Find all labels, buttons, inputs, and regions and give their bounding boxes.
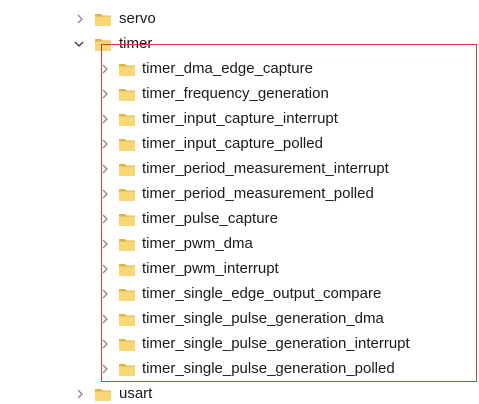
chevron-right-icon[interactable] [99, 188, 111, 200]
tree-child-item[interactable]: timer_input_capture_interrupt [0, 107, 479, 132]
folder-icon [119, 62, 135, 76]
folder-icon [119, 187, 135, 201]
chevron-right-icon[interactable] [99, 63, 111, 75]
folder-icon [95, 12, 111, 26]
tree-item-label: timer_single_pulse_generation_dma [142, 310, 384, 327]
tree-item-label: timer_period_measurement_polled [142, 185, 374, 202]
folder-icon [119, 112, 135, 126]
tree-item-servo[interactable]: servo [0, 7, 479, 32]
tree-child-item[interactable]: timer_pulse_capture [0, 207, 479, 232]
folder-icon [119, 237, 135, 251]
chevron-right-icon[interactable] [74, 13, 86, 25]
tree-item-label: timer_pulse_capture [142, 210, 278, 227]
tree-item-label: servo [119, 10, 156, 27]
tree-item-label: timer_input_capture_interrupt [142, 110, 338, 127]
tree-item-label: timer_pwm_dma [142, 235, 253, 252]
folder-icon [119, 287, 135, 301]
tree-child-item[interactable]: timer_period_measurement_interrupt [0, 157, 479, 182]
tree-child-item[interactable]: timer_single_pulse_generation_polled [0, 357, 479, 382]
tree-item-label: timer_pwm_interrupt [142, 260, 279, 277]
tree-item-label: timer_input_capture_polled [142, 135, 323, 152]
chevron-right-icon[interactable] [99, 213, 111, 225]
chevron-right-icon[interactable] [99, 263, 111, 275]
tree-child-item[interactable]: timer_single_pulse_generation_dma [0, 307, 479, 332]
folder-icon [119, 312, 135, 326]
tree-item-label: usart [119, 385, 153, 402]
tree-item-label: timer_frequency_generation [142, 85, 329, 102]
chevron-right-icon[interactable] [99, 338, 111, 350]
tree-child-item[interactable]: timer_input_capture_polled [0, 132, 479, 157]
folder-icon [95, 387, 111, 401]
folder-icon [119, 87, 135, 101]
tree-child-item[interactable]: timer_dma_edge_capture [0, 57, 479, 82]
tree-item-timer[interactable]: timer [0, 32, 479, 57]
chevron-right-icon[interactable] [99, 288, 111, 300]
chevron-right-icon[interactable] [99, 313, 111, 325]
tree-child-item[interactable]: timer_period_measurement_polled [0, 182, 479, 207]
folder-icon [95, 37, 111, 51]
tree-child-item[interactable]: timer_frequency_generation [0, 82, 479, 107]
chevron-right-icon[interactable] [99, 88, 111, 100]
chevron-right-icon[interactable] [74, 388, 86, 400]
folder-icon [119, 212, 135, 226]
folder-icon [119, 362, 135, 376]
tree-item-usart[interactable]: usart [0, 382, 479, 404]
tree-item-label: timer_single_pulse_generation_interrupt [142, 335, 410, 352]
tree-item-label: timer_dma_edge_capture [142, 60, 313, 77]
tree-item-label: timer_single_edge_output_compare [142, 285, 382, 302]
tree-item-label: timer_single_pulse_generation_polled [142, 360, 395, 377]
tree-child-item[interactable]: timer_single_pulse_generation_interrupt [0, 332, 479, 357]
tree-child-item[interactable]: timer_pwm_dma [0, 232, 479, 257]
chevron-down-icon[interactable] [73, 38, 85, 50]
folder-icon [119, 137, 135, 151]
tree-item-label: timer_period_measurement_interrupt [142, 160, 389, 177]
chevron-right-icon[interactable] [99, 238, 111, 250]
chevron-right-icon[interactable] [99, 163, 111, 175]
folder-icon [119, 262, 135, 276]
chevron-right-icon[interactable] [99, 113, 111, 125]
chevron-right-icon[interactable] [99, 138, 111, 150]
folder-icon [119, 337, 135, 351]
folder-icon [119, 162, 135, 176]
tree-child-item[interactable]: timer_pwm_interrupt [0, 257, 479, 282]
chevron-right-icon[interactable] [99, 363, 111, 375]
tree-item-label: timer [119, 35, 153, 52]
tree-child-item[interactable]: timer_single_edge_output_compare [0, 282, 479, 307]
folder-tree: servo timer timer_dma_edge_capture timer… [0, 0, 479, 404]
